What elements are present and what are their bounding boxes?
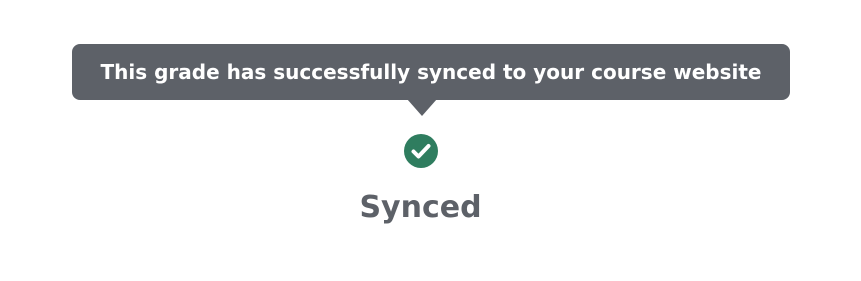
check-circle-icon[interactable]	[403, 133, 439, 169]
tooltip-arrow	[407, 99, 437, 116]
sync-status-panel: This grade has successfully synced to yo…	[0, 0, 861, 281]
tooltip-text: This grade has successfully synced to yo…	[100, 60, 762, 84]
sync-status-label: Synced	[359, 190, 482, 225]
sync-tooltip: This grade has successfully synced to yo…	[72, 44, 790, 100]
